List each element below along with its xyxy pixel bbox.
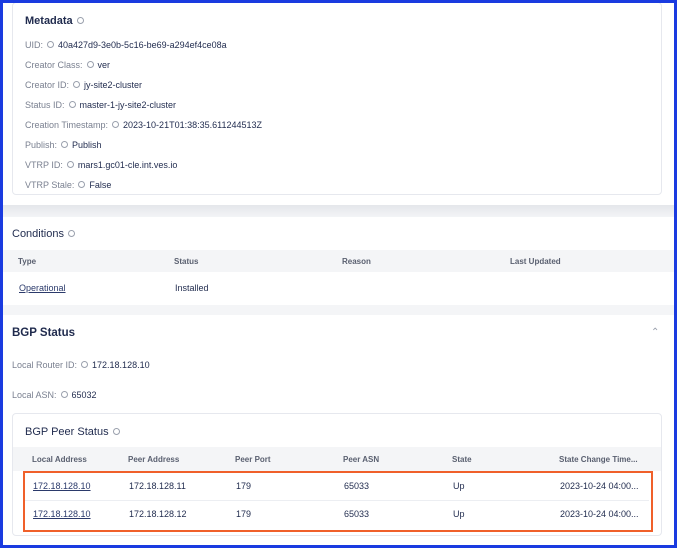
column-header[interactable]: Peer Port (235, 455, 271, 464)
field-label: Local ASN: (12, 390, 57, 400)
conditions-table-header: Type Status Reason Last Updated (3, 250, 674, 272)
info-icon[interactable] (66, 161, 74, 169)
column-header[interactable]: Local Address (32, 455, 87, 464)
info-icon[interactable] (81, 361, 89, 369)
metadata-field: Creator ID: jy-site2-cluster (25, 80, 142, 90)
bgp-peer-title-text: BGP Peer Status (25, 426, 109, 438)
metadata-title-text: Metadata (25, 15, 73, 27)
field-label: VTRP ID: (25, 160, 63, 170)
highlight-box (23, 471, 653, 532)
metadata-field: VTRP ID: mars1.gc01-cle.int.ves.io (25, 160, 177, 170)
section-divider (3, 305, 674, 315)
field-value: master-1-jy-site2-cluster (79, 100, 177, 110)
field-label: Creation Timestamp: (25, 120, 109, 130)
local-router-id-row: Local Router ID: 172.18.128.10 (12, 360, 150, 370)
metadata-field: Status ID: master-1-jy-site2-cluster (25, 100, 176, 110)
info-icon[interactable] (78, 181, 86, 189)
info-icon[interactable] (86, 61, 94, 69)
condition-status: Installed (175, 283, 209, 293)
field-label: Creator ID: (25, 80, 70, 90)
info-icon[interactable] (61, 141, 69, 149)
condition-type-link[interactable]: Operational (19, 283, 66, 293)
column-header[interactable]: Peer ASN (343, 455, 379, 464)
info-icon[interactable] (67, 229, 75, 237)
local-asn-row: Local ASN: 65032 (12, 390, 97, 400)
metadata-card: Metadata UID: 40a427d9-3e0b-5c16-be69-a29… (12, 2, 662, 195)
column-header[interactable]: State Change Time... (559, 455, 638, 464)
field-value: 40a427d9-3e0b-5c16-be69-a294ef4ce08a (58, 40, 227, 50)
metadata-title: Metadata (25, 15, 88, 27)
conditions-title: Conditions (12, 228, 79, 240)
metadata-field: VTRP Stale: False (25, 180, 111, 190)
field-value: ver (97, 60, 111, 70)
field-value: 2023-10-21T01:38:35.611244513Z (123, 120, 262, 130)
field-value: mars1.gc01-cle.int.ves.io (77, 160, 178, 170)
column-header-type[interactable]: Type (18, 257, 36, 266)
field-value: jy-site2-cluster (84, 80, 143, 90)
field-label: Publish: (25, 140, 58, 150)
bgp-peer-title: BGP Peer Status (25, 426, 124, 438)
peer-table-header: Local Address Peer Address Peer Port Peer A… (13, 447, 661, 471)
info-icon[interactable] (68, 101, 76, 109)
section-divider (3, 205, 674, 217)
field-label: Status ID: (25, 100, 65, 110)
field-label: UID: (25, 40, 43, 50)
column-header[interactable]: State (452, 455, 472, 464)
column-header[interactable]: Peer Address (128, 455, 179, 464)
info-icon[interactable] (112, 427, 120, 435)
column-header-last-updated[interactable]: Last Updated (510, 257, 561, 266)
metadata-field: UID: 40a427d9-3e0b-5c16-be69-a294ef4ce08a (25, 40, 227, 50)
metadata-field: Creation Timestamp: 2023-10-21T01:38:35.6… (25, 120, 262, 130)
metadata-field: Publish: Publish (25, 140, 102, 150)
field-label: VTRP Stale: (25, 180, 75, 190)
field-value: Publish (72, 140, 102, 150)
info-icon[interactable] (112, 121, 120, 129)
field-value: 172.18.128.10 (92, 360, 150, 370)
field-value: 65032 (71, 390, 97, 400)
field-label: Local Router ID: (12, 360, 78, 370)
conditions-title-text: Conditions (12, 228, 64, 240)
field-value: False (89, 180, 112, 190)
field-label: Creator Class: (25, 60, 83, 70)
metadata-field: Creator Class: ver (25, 60, 110, 70)
chevron-up-icon[interactable]: ⌃ (651, 327, 659, 338)
bgp-status-title: BGP Status (12, 327, 76, 339)
info-icon[interactable] (60, 391, 68, 399)
column-header-reason[interactable]: Reason (342, 257, 371, 266)
info-icon[interactable] (76, 16, 84, 24)
column-header-status[interactable]: Status (174, 257, 198, 266)
info-icon[interactable] (73, 81, 81, 89)
info-icon[interactable] (47, 41, 54, 49)
